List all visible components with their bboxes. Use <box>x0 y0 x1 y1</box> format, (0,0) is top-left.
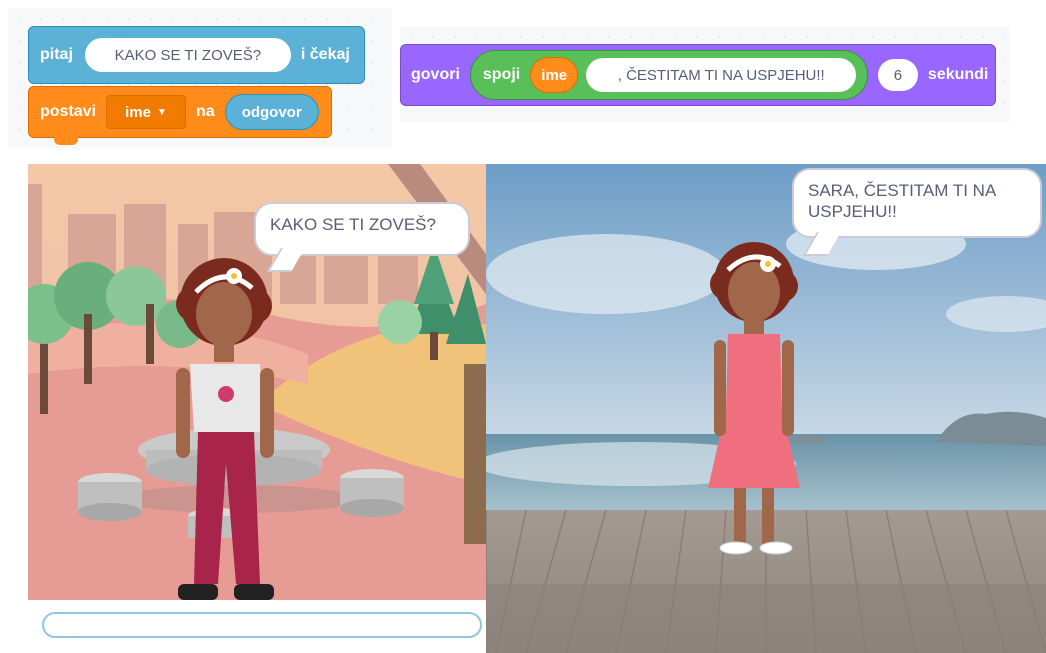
seconds-label: sekundi <box>927 66 989 83</box>
say-label: govori <box>411 66 460 83</box>
ask-suffix-label: i čekaj <box>300 46 350 63</box>
seconds-input[interactable]: 6 <box>877 59 918 91</box>
speech-bubble-right: SARA, ČESTITAM TI NA USPJEHU!! <box>792 168 1042 238</box>
join-label: spoji <box>482 66 521 83</box>
ask-and-wait-block[interactable]: pitaj KAKO SE TI ZOVEŠ? i čekaj <box>28 26 365 84</box>
speech-bubble-left-text: KAKO SE TI ZOVEŠ? <box>270 215 436 234</box>
speech-bubble-right-text: SARA, ČESTITAM TI NA USPJEHU!! <box>808 181 996 221</box>
say-for-seconds-block[interactable]: govori spoji ime , ČESTITAM TI NA USPJEH… <box>400 44 996 106</box>
join-text-input[interactable]: , ČESTITAM TI NA USPJEHU!! <box>586 58 857 92</box>
ask-question-input[interactable]: KAKO SE TI ZOVEŠ? <box>84 38 291 72</box>
answer-input[interactable] <box>42 612 482 638</box>
set-to-label: na <box>196 103 215 120</box>
caret-down-icon: ▼ <box>156 106 167 118</box>
name-variable-reporter[interactable]: ime <box>530 57 579 93</box>
block-bottom-notch <box>54 137 78 145</box>
answer-reporter[interactable]: odgovor <box>224 94 319 130</box>
variable-dropdown[interactable]: ime ▼ <box>106 95 187 129</box>
stage-left: KAKO SE TI ZOVEŠ? <box>28 164 486 653</box>
ask-label: pitaj <box>40 46 73 63</box>
set-variable-block[interactable]: postavi ime ▼ na odgovor <box>28 86 332 138</box>
set-label: postavi <box>40 103 97 120</box>
stage-right: SARA, ČESTITAM TI NA USPJEHU!! <box>486 164 1046 653</box>
variable-dropdown-value: ime <box>125 103 151 121</box>
join-block[interactable]: spoji ime , ČESTITAM TI NA USPJEHU!! <box>469 50 868 100</box>
